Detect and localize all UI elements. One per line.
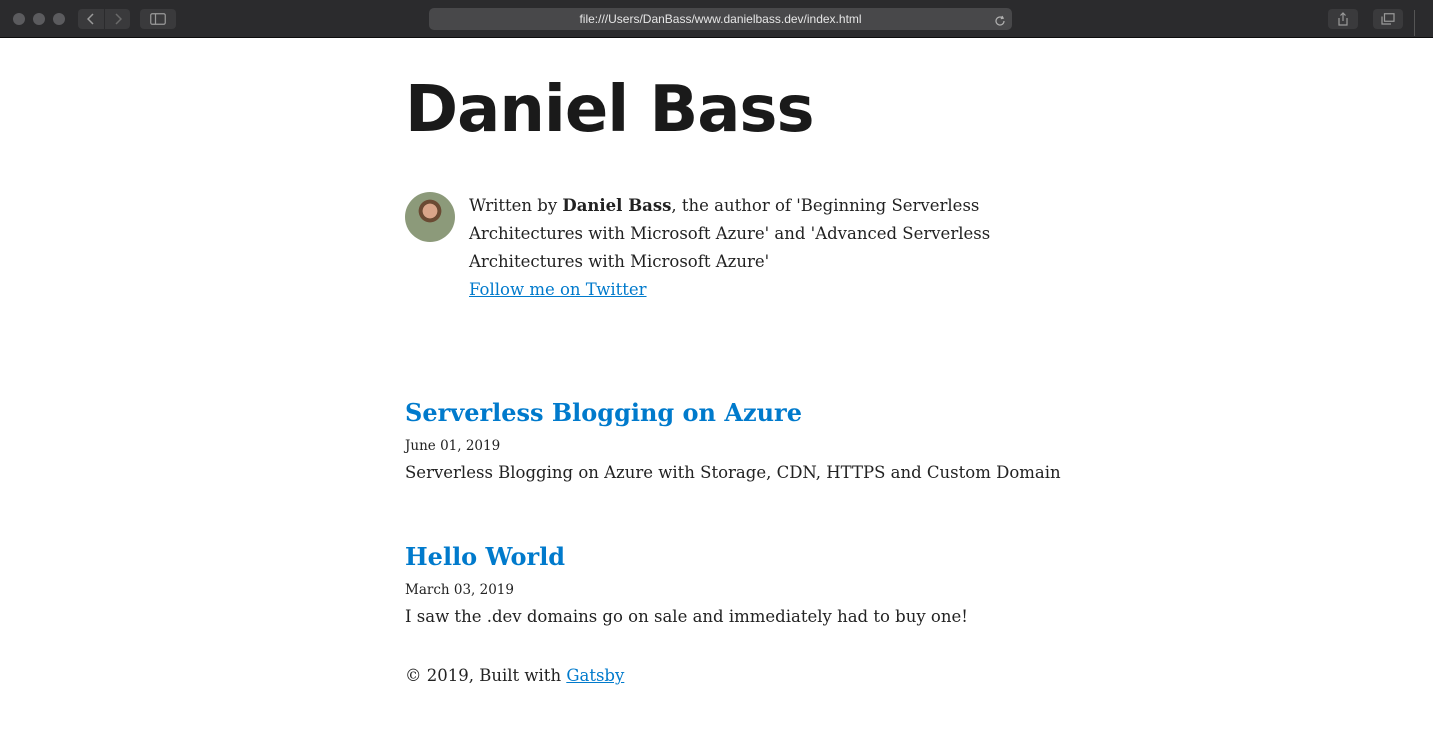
reload-button[interactable] <box>994 12 1006 31</box>
minimize-window-button[interactable] <box>33 13 45 25</box>
twitter-link[interactable]: Follow me on Twitter <box>469 280 647 299</box>
address-url: file:///Users/DanBass/www.danielbass.dev… <box>579 12 862 26</box>
chevron-right-icon <box>114 13 122 25</box>
post-excerpt: I saw the .dev domains go on sale and im… <box>405 606 968 626</box>
footer-text: © 2019, Built with <box>405 666 567 685</box>
share-button[interactable] <box>1328 9 1358 29</box>
post-date: March 03, 2019 <box>405 581 514 598</box>
gatsby-link[interactable]: Gatsby <box>566 666 624 685</box>
site-title[interactable]: Daniel Bass <box>405 78 815 142</box>
bio-text: Written by Daniel Bass, the author of 'B… <box>469 192 1009 304</box>
sidebar-icon <box>150 13 166 25</box>
avatar <box>405 192 455 242</box>
bio-prefix: Written by <box>469 196 563 215</box>
close-window-button[interactable] <box>13 13 25 25</box>
footer: © 2019, Built with Gatsby <box>405 666 624 685</box>
share-icon <box>1338 12 1348 26</box>
tabs-icon <box>1381 13 1395 25</box>
show-tabs-button[interactable] <box>1373 9 1403 29</box>
post-item: Hello World March 03, 2019 I saw the .de… <box>405 542 1045 627</box>
forward-button[interactable] <box>104 9 130 29</box>
post-excerpt: Serverless Blogging on Azure with Storag… <box>405 462 1061 482</box>
bio-author: Daniel Bass <box>562 196 672 215</box>
post-title-link[interactable]: Serverless Blogging on Azure <box>405 398 1045 428</box>
sidebar-toggle-button[interactable] <box>140 9 176 29</box>
back-button[interactable] <box>78 9 104 29</box>
post-date: June 01, 2019 <box>405 437 501 454</box>
post-title-link[interactable]: Hello World <box>405 542 1045 572</box>
new-tab-button[interactable] <box>1414 10 1433 36</box>
post-item: Serverless Blogging on Azure June 01, 20… <box>405 398 1061 483</box>
author-bio: Written by Daniel Bass, the author of 'B… <box>405 192 1025 304</box>
browser-toolbar: file:///Users/DanBass/www.danielbass.dev… <box>0 0 1433 38</box>
zoom-window-button[interactable] <box>53 13 65 25</box>
chevron-left-icon <box>87 13 94 25</box>
reload-icon <box>995 15 1005 26</box>
address-bar[interactable]: file:///Users/DanBass/www.danielbass.dev… <box>429 8 1012 30</box>
